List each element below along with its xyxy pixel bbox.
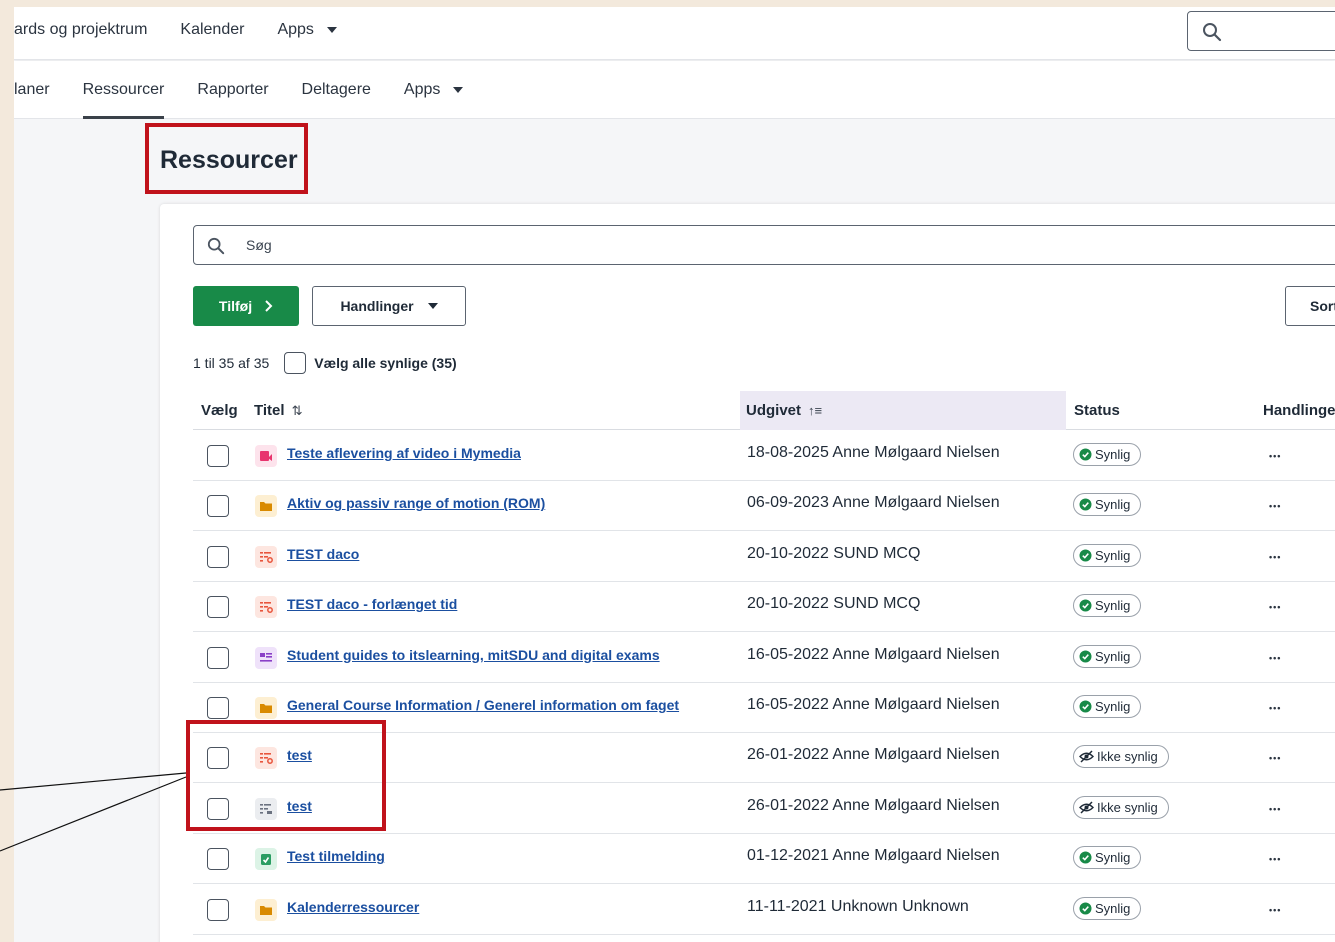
annotation-lines — [0, 772, 187, 852]
annotation-pointer-line — [0, 776, 187, 852]
annotation-pointer-line — [0, 772, 187, 791]
